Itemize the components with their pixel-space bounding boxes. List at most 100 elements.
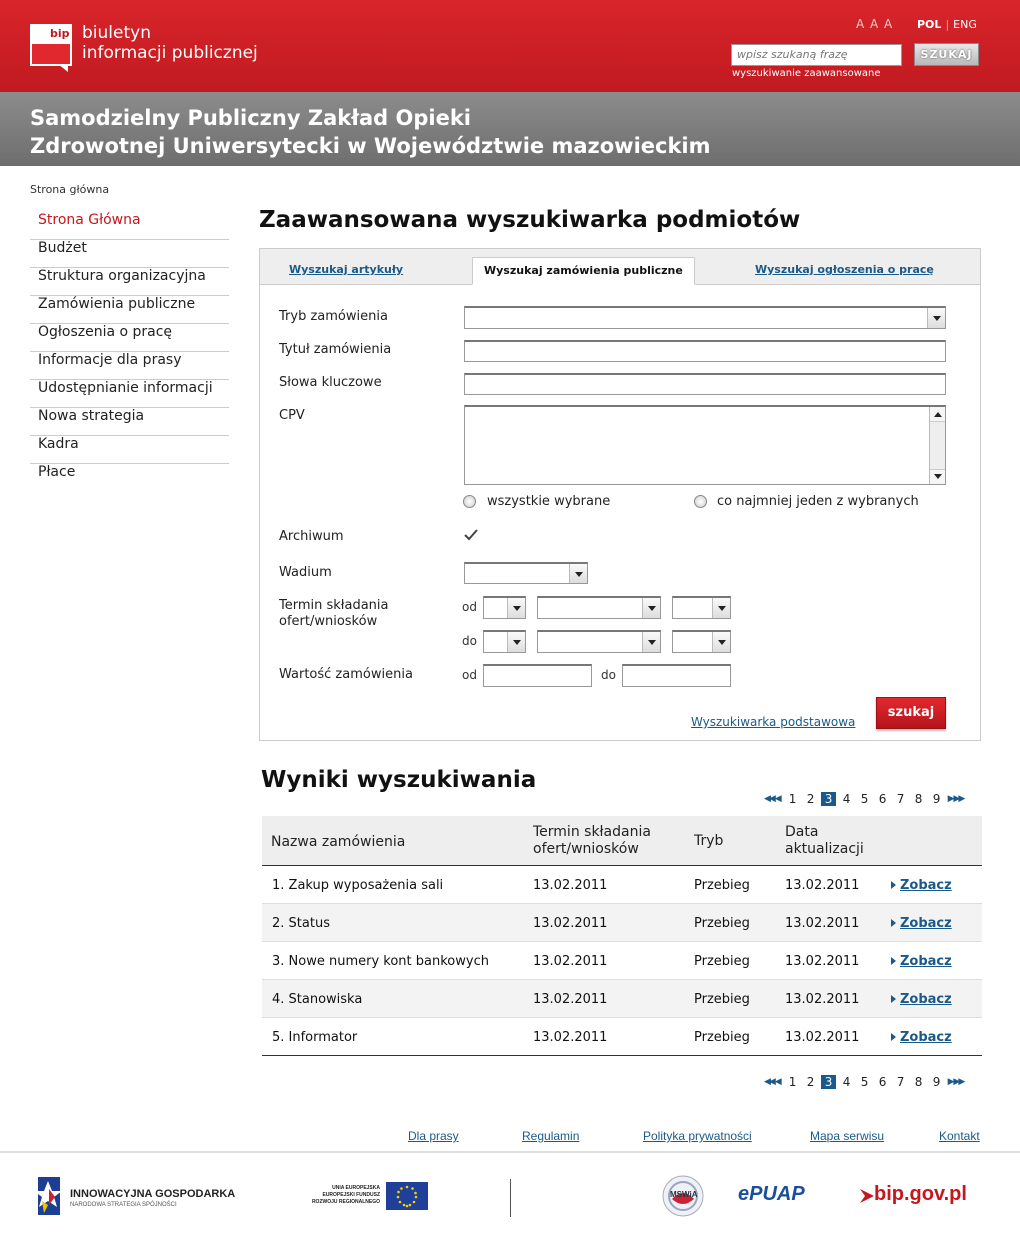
col-termin-2: ofert/wniosków	[533, 841, 639, 857]
row-name: 3. Nowe numery kont bankowych	[272, 954, 489, 969]
row-zobacz-link[interactable]: Zobacz	[891, 1030, 952, 1045]
footer-link-mapa[interactable]: Mapa serwisu	[810, 1129, 884, 1143]
sidebar-item-zamowienia[interactable]: Zamówienia publiczne	[30, 296, 229, 324]
row-termin: 13.02.2011	[533, 1030, 608, 1045]
termin-do-year-select[interactable]	[672, 630, 731, 653]
pager-page[interactable]: 4	[838, 1075, 856, 1089]
row-zobacz-link[interactable]: Zobacz	[891, 878, 952, 893]
advanced-search-link[interactable]: wyszukiwanie zaawansowane	[732, 68, 881, 79]
pager-prev-icon[interactable]: ◀◀ ◀	[764, 794, 782, 804]
pager-page[interactable]: 8	[910, 1075, 928, 1089]
results-title: Wyniki wyszukiwania	[261, 767, 537, 793]
scroll-down-icon[interactable]	[930, 469, 945, 484]
pager-next-icon[interactable]: ▶ ▶▶	[948, 794, 966, 804]
footer-link-dla-prasy[interactable]: Dla prasy	[408, 1129, 459, 1143]
pager-prev-icon[interactable]: ◀◀ ◀	[764, 1077, 782, 1087]
col-data-1: Data	[785, 824, 819, 840]
sidebar-item-place[interactable]: Płace	[30, 464, 229, 492]
zobacz-label[interactable]: Zobacz	[900, 992, 952, 1007]
sidebar-item-udostepnianie[interactable]: Udostępnianie informacji	[30, 380, 229, 408]
page-title: Zaawansowana wyszukiwarka podmiotów	[259, 207, 801, 233]
termin-do-month-select[interactable]	[537, 630, 661, 653]
sidebar-item-kadra[interactable]: Kadra	[30, 436, 229, 464]
footer-link-kontakt[interactable]: Kontakt	[939, 1129, 980, 1143]
tab-articles[interactable]: Wyszukaj artykuły	[289, 263, 403, 276]
termin-od-day-select[interactable]	[483, 596, 526, 619]
zobacz-label[interactable]: Zobacz	[900, 878, 952, 893]
lang-eng[interactable]: ENG	[953, 18, 977, 31]
bip-logo-text[interactable]: biuletyn informacji publicznej	[82, 23, 258, 63]
wadium-select[interactable]	[464, 562, 588, 584]
slowa-input[interactable]	[464, 373, 946, 395]
footer-link-polityka[interactable]: Polityka prywatności	[643, 1129, 752, 1143]
sidebar-item-strona-glowna[interactable]: Strona Główna	[30, 212, 229, 240]
sidebar-item-prasa[interactable]: Informacje dla prasy	[30, 352, 229, 380]
tab-job-offers[interactable]: Wyszukaj ogłoszenia o pracę	[755, 263, 934, 276]
innowacyjna-gospodarka-logo[interactable]: INNOWACYJNA GOSPODARKA NARODOWA STRATEGI…	[36, 1175, 236, 1217]
basic-search-link[interactable]: Wyszukiwarka podstawowa	[691, 715, 855, 729]
row-termin: 13.02.2011	[533, 878, 608, 893]
termin-od-month-select[interactable]	[537, 596, 661, 619]
sidebar-item-strategia[interactable]: Nowa strategia	[30, 408, 229, 436]
bip-logo[interactable]: bip	[30, 24, 72, 72]
lang-separator: |	[945, 18, 950, 31]
wartosc-od-input[interactable]	[483, 664, 592, 687]
row-zobacz-link[interactable]: Zobacz	[891, 954, 952, 969]
termin-od-year-select[interactable]	[672, 596, 731, 619]
pager-page-current[interactable]: 3	[821, 792, 837, 806]
submit-search-button[interactable]: szukaj	[876, 697, 946, 729]
bip-gov-logo[interactable]: bip.gov.pl	[858, 1183, 982, 1209]
pager-page[interactable]: 9	[928, 1075, 946, 1089]
cpv-listbox[interactable]	[464, 405, 946, 485]
ig-logo-subtitle: NARODOWA STRATEGIA SPÓJNOŚCI	[70, 1202, 177, 1208]
sidebar-item-ogloszenia[interactable]: Ogłoszenia o pracę	[30, 324, 229, 352]
tytul-input[interactable]	[464, 340, 946, 362]
row-tryb: Przebieg	[694, 916, 750, 931]
pager-next-icon[interactable]: ▶ ▶▶	[948, 1077, 966, 1087]
cpv-scrollbar[interactable]	[929, 407, 945, 484]
row-tryb: Przebieg	[694, 878, 750, 893]
eu-logo-line-3: ROZWOJU REGIONALNEGO	[311, 1199, 380, 1205]
pager-page[interactable]: 8	[910, 792, 928, 806]
epuap-logo[interactable]: ePUAP	[738, 1183, 830, 1209]
footer-link-regulamin[interactable]: Regulamin	[522, 1129, 579, 1143]
eu-logo[interactable]: UNIA EUROPEJSKA EUROPEJSKI FUNDUSZ ROZWO…	[308, 1182, 428, 1212]
pager-page[interactable]: 6	[874, 792, 892, 806]
font-size-controls[interactable]: A A A	[856, 17, 893, 31]
radio-all-selected[interactable]	[463, 495, 476, 508]
pager-page[interactable]: 2	[802, 1075, 820, 1089]
pager-page[interactable]: 1	[784, 1075, 802, 1089]
tab-public-orders[interactable]: Wyszukaj zamówienia publiczne	[472, 257, 695, 285]
row-zobacz-link[interactable]: Zobacz	[891, 992, 952, 1007]
search-button[interactable]: SZUKAJ	[914, 43, 979, 66]
bip-logo-mark: bip	[50, 27, 70, 40]
pager-page[interactable]: 2	[802, 792, 820, 806]
pager-page[interactable]: 1	[784, 792, 802, 806]
tryb-select[interactable]	[464, 306, 946, 329]
pager-page-current[interactable]: 3	[821, 1075, 837, 1089]
radio-all-label: wszystkie wybrane	[487, 494, 611, 509]
pager-page[interactable]: 7	[892, 792, 910, 806]
row-zobacz-link[interactable]: Zobacz	[891, 916, 952, 931]
zobacz-label[interactable]: Zobacz	[900, 1030, 952, 1045]
search-input[interactable]: wpisz szukaną frazę	[731, 44, 902, 66]
lang-pol[interactable]: POL	[917, 18, 941, 31]
scroll-up-icon[interactable]	[930, 407, 945, 422]
zobacz-label[interactable]: Zobacz	[900, 954, 952, 969]
mswia-logo[interactable]: MSWiA	[662, 1175, 704, 1217]
pager-page[interactable]: 5	[856, 1075, 874, 1089]
radio-any-selected[interactable]	[694, 495, 707, 508]
sidebar-item-budzet[interactable]: Budżet	[30, 240, 229, 268]
wartosc-do-input[interactable]	[622, 664, 731, 687]
termin-do-day-select[interactable]	[483, 630, 526, 653]
pager-page[interactable]: 4	[838, 792, 856, 806]
breadcrumb[interactable]: Strona główna	[30, 183, 109, 196]
pager-page[interactable]: 9	[928, 792, 946, 806]
sidebar-item-struktura[interactable]: Struktura organizacyjna	[30, 268, 229, 296]
pager-page[interactable]: 6	[874, 1075, 892, 1089]
pager-page[interactable]: 5	[856, 792, 874, 806]
pager-page[interactable]: 7	[892, 1075, 910, 1089]
archiwum-checkbox[interactable]	[464, 528, 478, 542]
results-table: Nazwa zamówienia Termin składania ofert/…	[262, 816, 982, 1056]
zobacz-label[interactable]: Zobacz	[900, 916, 952, 931]
